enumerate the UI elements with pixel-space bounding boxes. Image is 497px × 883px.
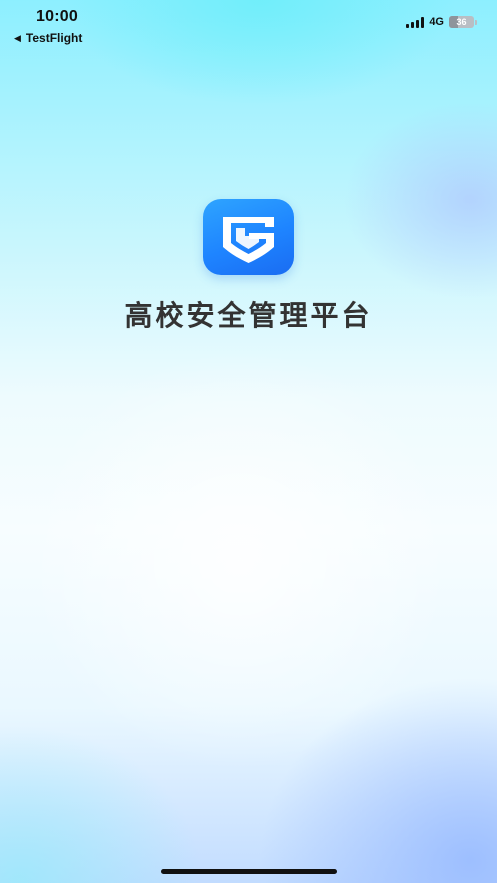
back-link-label: TestFlight bbox=[25, 31, 83, 45]
app-title: 高校安全管理平台 bbox=[124, 299, 373, 332]
status-bar: 10:00 ◀ TestFlight 4G 36 bbox=[0, 0, 497, 50]
app-logo bbox=[203, 199, 294, 275]
battery-cap bbox=[475, 19, 477, 25]
network-type: 4G bbox=[429, 16, 444, 28]
status-time: 10:00 bbox=[36, 8, 78, 25]
back-to-testflight-link[interactable]: ◀ TestFlight bbox=[14, 31, 82, 45]
signal-strength-icon bbox=[406, 16, 425, 28]
home-indicator[interactable] bbox=[161, 869, 337, 874]
battery-icon: 36 bbox=[449, 16, 474, 28]
back-arrow-icon: ◀ bbox=[14, 32, 21, 43]
battery-level: 36 bbox=[456, 17, 467, 27]
status-indicators: 4G 36 bbox=[406, 16, 477, 28]
shield-book-logo-icon bbox=[223, 217, 274, 263]
